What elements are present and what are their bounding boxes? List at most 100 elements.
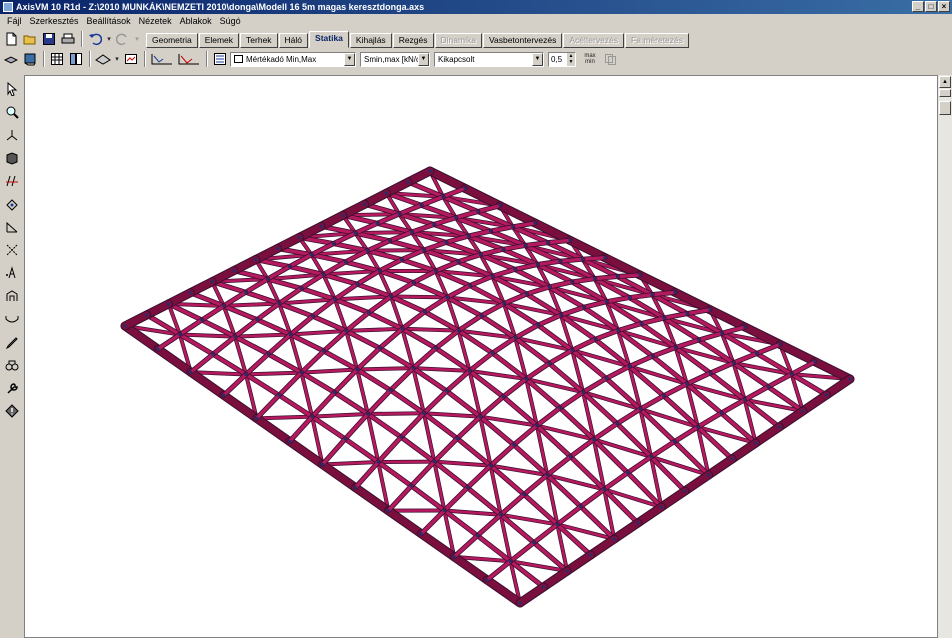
node-marker[interactable] [432, 460, 436, 464]
node-marker[interactable] [222, 393, 226, 397]
node-marker[interactable] [299, 371, 303, 375]
node-marker[interactable] [593, 277, 597, 281]
node-marker[interactable] [638, 407, 642, 411]
node-marker[interactable] [499, 513, 503, 517]
node-marker[interactable] [178, 332, 182, 336]
node-marker[interactable] [386, 509, 390, 513]
node-marker[interactable] [255, 416, 259, 420]
rib-beam[interactable] [467, 351, 495, 373]
diagonal-beam[interactable] [366, 411, 426, 416]
node-marker[interactable] [489, 229, 493, 233]
rib-beam[interactable] [579, 487, 606, 509]
rib-beam[interactable] [287, 414, 314, 444]
rib-beam[interactable] [488, 443, 516, 468]
dimension-icon[interactable] [2, 217, 22, 237]
node-marker[interactable] [475, 534, 479, 538]
node-marker[interactable] [673, 290, 677, 294]
tab-loads[interactable]: Terhek [240, 33, 278, 48]
rib-beam[interactable] [532, 522, 560, 545]
undo-dropdown-icon[interactable]: ▾ [105, 30, 113, 48]
new-file-icon[interactable] [2, 30, 20, 48]
node-marker[interactable] [498, 204, 502, 208]
rib-beam[interactable] [581, 376, 608, 394]
node-marker[interactable] [522, 492, 526, 496]
rib-beam[interactable] [485, 559, 513, 582]
tab-static[interactable]: Statika [309, 31, 349, 48]
node-marker[interactable] [419, 203, 423, 207]
rib-beam[interactable] [604, 364, 632, 381]
rib-beam[interactable] [254, 393, 281, 421]
node-marker[interactable] [824, 393, 828, 397]
rib-beam[interactable] [615, 407, 643, 426]
menu-views[interactable]: Nézetek [135, 16, 176, 26]
rib-beam[interactable] [558, 257, 585, 263]
node-marker[interactable] [406, 180, 410, 184]
node-marker[interactable] [444, 240, 448, 244]
node-marker[interactable] [411, 281, 415, 285]
node-marker[interactable] [479, 314, 483, 318]
node-marker[interactable] [545, 473, 549, 477]
rib-beam[interactable] [399, 411, 426, 439]
node-marker[interactable] [558, 406, 562, 410]
rib-beam[interactable] [555, 504, 583, 527]
node-marker[interactable] [743, 398, 747, 402]
rib-beam[interactable] [501, 377, 528, 399]
node-marker[interactable] [582, 305, 586, 309]
node-marker[interactable] [570, 280, 574, 284]
menu-edit[interactable]: Szerkesztés [26, 16, 83, 26]
diagonal-beam[interactable] [244, 371, 303, 376]
rib-beam[interactable] [731, 351, 759, 365]
rib-beam[interactable] [536, 313, 563, 327]
node-marker[interactable] [466, 234, 470, 238]
display-mode-select[interactable]: Kikapcsolt ▼ [434, 51, 544, 67]
node-marker[interactable] [454, 216, 458, 220]
node-marker[interactable] [400, 258, 404, 262]
node-marker[interactable] [145, 313, 149, 317]
rib-beam[interactable] [513, 262, 540, 272]
node-marker[interactable] [743, 325, 747, 329]
rib-beam[interactable] [452, 533, 480, 559]
layers-icon[interactable] [2, 50, 20, 68]
tab-geometry[interactable]: Geometria [146, 33, 198, 48]
node-marker[interactable] [490, 274, 494, 278]
section-line-icon[interactable] [176, 50, 202, 68]
node-marker[interactable] [685, 382, 689, 386]
node-marker[interactable] [525, 292, 529, 296]
rib-beam[interactable] [708, 361, 736, 375]
rib-beam[interactable] [672, 425, 700, 444]
node-marker[interactable] [244, 290, 248, 294]
node-marker[interactable] [375, 221, 379, 225]
node-marker[interactable] [410, 230, 414, 234]
node-marker[interactable] [754, 441, 758, 445]
model-viewport[interactable] [24, 75, 938, 638]
rib-beam[interactable] [522, 473, 549, 497]
node-marker[interactable] [211, 352, 215, 356]
node-marker[interactable] [536, 323, 540, 327]
render-icon[interactable] [2, 148, 22, 168]
node-marker[interactable] [697, 338, 701, 342]
node-marker[interactable] [468, 284, 472, 288]
node-marker[interactable] [813, 360, 817, 364]
rib-beam[interactable] [478, 395, 505, 419]
rib-beam[interactable] [468, 274, 495, 288]
rib-beam[interactable] [719, 398, 747, 415]
node-marker[interactable] [341, 213, 345, 217]
node-marker[interactable] [568, 238, 572, 242]
node-marker[interactable] [489, 464, 493, 468]
axisvm-app-icon[interactable] [3, 2, 13, 12]
node-marker[interactable] [604, 376, 608, 380]
tab-steel-design[interactable]: Acéltervezés [563, 33, 625, 48]
text-label-icon[interactable] [2, 263, 22, 283]
tab-rc-design[interactable]: Vasbetontervezés [482, 33, 563, 48]
node-marker[interactable] [276, 247, 279, 250]
node-marker[interactable] [565, 569, 569, 573]
pen-icon[interactable] [2, 332, 22, 352]
node-marker[interactable] [432, 223, 436, 227]
rib-beam[interactable] [650, 345, 678, 358]
node-marker[interactable] [848, 377, 852, 381]
node-marker[interactable] [730, 457, 734, 461]
rib-beam[interactable] [766, 372, 794, 389]
diagonal-beam[interactable] [300, 368, 359, 374]
node-marker[interactable] [266, 277, 270, 281]
node-marker[interactable] [478, 415, 482, 419]
